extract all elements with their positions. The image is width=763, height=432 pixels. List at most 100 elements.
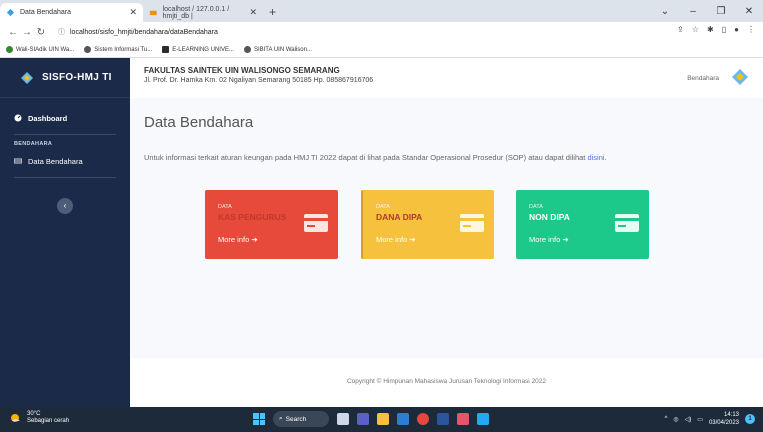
sidebar-toggle-button[interactable]: ‹ [57,198,73,214]
tab-title: Data Bendahara [20,9,71,16]
chevron-up-icon[interactable]: ^ [665,416,668,422]
more-info-link[interactable]: More info ➔ [529,235,569,244]
weather-widget[interactable]: 30°C Sebagian cerah [8,411,69,425]
card-label: DATA [218,204,232,210]
share-icon[interactable]: ⇪ [677,25,684,34]
info-icon[interactable]: ⓘ [58,27,65,37]
arrow-circle-right-icon: ➔ [251,235,258,244]
credit-card-icon [304,214,328,232]
credit-card-icon [460,214,484,232]
teams-icon[interactable] [357,413,369,425]
mail-icon[interactable] [397,413,409,425]
faculty-title: FAKULTAS SAINTEK UIN WALISONGO SEMARANG [144,66,340,75]
card-kas-pengurus[interactable]: DATA KAS PENGURUS More info ➔ [205,190,338,259]
main-content: Data Bendahara Untuk informasi terkait a… [130,98,763,358]
card-value: DANA DIPA [376,212,423,222]
file-explorer-icon[interactable] [377,413,389,425]
arrow-circle-right-icon: ➔ [409,235,416,244]
close-tab-icon[interactable]: ✕ [249,7,257,18]
sidebar-item-data-bendahara[interactable]: Data Bendahara [0,151,130,171]
bookmark-item[interactable]: Sistem Informasi Tu... [84,46,152,53]
topbar: FAKULTAS SAINTEK UIN WALISONGO SEMARANG … [130,58,763,98]
clock[interactable]: 14:13 03/04/2023 [709,411,739,427]
bookmark-item[interactable]: E-LEARNING UNIVE... [162,46,234,53]
card-dana-dipa[interactable]: DATA DANA DIPA More info ➔ [361,190,494,259]
vscode-icon[interactable] [477,413,489,425]
volume-icon[interactable]: ◁) [685,416,692,423]
menu-icon[interactable]: ⋮ [747,25,755,34]
bookmarks-bar: Wali-SIAdik UIN Wa... Sistem Informasi T… [0,42,763,58]
close-tab-icon[interactable]: ✕ [129,7,137,18]
search-icon: ⌕ [279,415,283,422]
minimize-icon[interactable]: – [679,6,707,17]
sidebar: SISFO-HMJ TI Dashboard BENDAHARA Data Be… [0,58,130,407]
credit-card-icon [615,214,639,232]
taskbar-apps: ⌕ Search [253,411,489,427]
temperature: 30°C [27,411,41,417]
reload-icon[interactable]: ↻ [34,27,48,38]
bookmark-star-icon[interactable]: ☆ [692,25,699,34]
user-avatar-icon[interactable] [731,68,749,86]
url-field[interactable]: ⓘ localhost/sisfo_hmjti/bendahara/dataBe… [58,27,218,37]
tab-data-bendahara[interactable]: Data Bendahara ✕ [0,3,143,22]
user-role-label[interactable]: Bendahara [687,75,719,82]
sop-link[interactable]: disini [587,153,604,162]
sidepanel-icon[interactable]: ▯ [722,25,726,34]
site-favicon-icon [6,8,15,17]
new-tab-button[interactable]: + [263,3,282,22]
url-text: localhost/sisfo_hmjti/bendahara/dataBend… [70,28,218,36]
footer: Copyright © Himpunan Mahasiswa Jurusan T… [130,358,763,407]
extensions-icon[interactable]: ✱ [707,25,714,34]
tab-title: localhost / 127.0.0.1 / hmjti_db | [162,5,230,20]
chrome-icon[interactable] [417,413,429,425]
taskbar-search[interactable]: ⌕ Search [273,411,329,427]
weather-sun-icon [11,414,20,422]
weather-text: Sebagian cerah [27,418,70,424]
system-tray: ^ ◎ ◁) ▭ 14:13 03/04/2023 1 [665,411,755,427]
sidebar-item-label: Dashboard [28,113,68,123]
more-info-link[interactable]: More info ➔ [218,235,258,244]
sidebar-item-dashboard[interactable]: Dashboard [0,108,130,128]
task-view-icon[interactable] [337,413,349,425]
sidebar-brand[interactable]: SISFO-HMJ TI [0,58,130,98]
more-info-link[interactable]: More info ➔ [376,235,416,244]
os-taskbar: 30°C Sebagian cerah ⌕ Search ^ ◎ ◁) ▭ 14:… [0,407,763,432]
sidebar-heading: BENDAHARA [14,141,53,147]
card-non-dipa[interactable]: DATA NON DIPA More info ➔ [516,190,649,259]
brand-name: SISFO-HMJ TI [42,72,112,83]
dashboard-icon [14,114,22,122]
chevron-down-icon[interactable]: ⌄ [651,6,679,17]
battery-icon[interactable]: ▭ [697,416,703,423]
bookmark-icon [6,46,13,53]
brand-logo-icon [21,71,33,84]
globe-icon [84,46,92,53]
window-controls: ⌄ – ❐ ✕ [651,0,763,22]
sidebar-item-label: Data Bendahara [28,156,83,166]
faculty-address: Jl. Prof. Dr. Hamka Km. 02 Ngaliyan Sema… [144,77,374,84]
app-icon[interactable] [457,413,469,425]
maximize-icon[interactable]: ❐ [707,6,735,17]
address-bar-actions: ⇪ ☆ ✱ ▯ ● ⋮ [677,25,755,34]
network-icon[interactable]: ◎ [673,416,678,423]
bookmark-item[interactable]: Wali-SIAdik UIN Wa... [6,46,74,53]
card-label: DATA [529,204,543,210]
windows-start-icon[interactable] [253,413,265,425]
profile-avatar-icon[interactable]: ● [734,25,739,34]
forward-icon[interactable]: → [20,27,34,38]
arrow-circle-right-icon: ➔ [562,235,569,244]
sidebar-divider [14,177,116,178]
notification-badge[interactable]: 1 [745,414,755,424]
card-label: DATA [376,204,390,210]
page-title: Data Bendahara [144,114,254,131]
elearning-icon [162,46,170,53]
copyright-text: Copyright © Himpunan Mahasiswa Jurusan T… [346,378,547,385]
tab-phpmyadmin[interactable]: localhost / 127.0.0.1 / hmjti_db | ✕ [143,3,263,22]
back-icon[interactable]: ← [6,27,20,38]
bookmark-item[interactable]: SIBITA UIN Walison... [243,46,312,53]
info-text: Untuk informasi terkait aturan keungan p… [144,153,607,162]
money-icon [14,158,22,164]
sidebar-divider [14,134,116,135]
phpmyadmin-favicon-icon [149,10,157,16]
word-icon[interactable] [437,413,449,425]
close-window-icon[interactable]: ✕ [735,6,763,17]
